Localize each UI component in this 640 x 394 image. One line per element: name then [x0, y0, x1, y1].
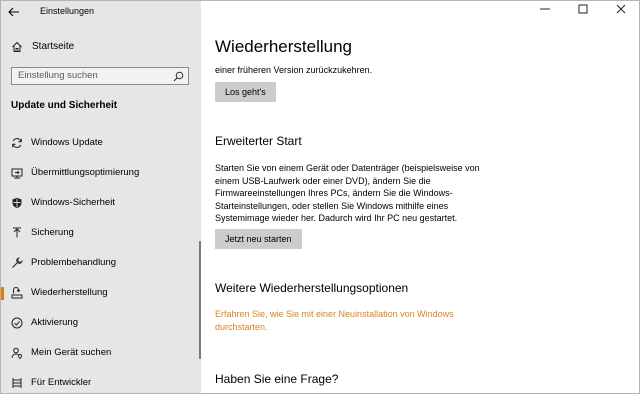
sidebar-item-recovery[interactable]: Wiederherstellung: [1, 282, 199, 304]
recovery-icon: [11, 287, 23, 299]
fresh-start-link[interactable]: Erfahren Sie, wie Sie mit einer Neuinsta…: [215, 308, 465, 333]
person-location-icon: [11, 347, 22, 359]
sidebar-item-windows-security[interactable]: Windows-Sicherheit: [1, 192, 199, 214]
sidebar-item-label: Übermittlungsoptimierung: [31, 167, 140, 178]
sidebar-item-troubleshoot[interactable]: Problembehandlung: [1, 252, 199, 274]
sidebar-item-label: Windows-Sicherheit: [31, 197, 115, 208]
get-started-button[interactable]: Los geht's: [215, 82, 276, 102]
sidebar-item-label: Windows Update: [31, 137, 103, 148]
developer-icon: [12, 378, 22, 388]
sidebar-item-windows-update[interactable]: Windows Update: [1, 132, 199, 154]
close-icon: [616, 4, 626, 14]
sidebar-item-label: Startseite: [32, 41, 75, 52]
wrench-icon: [12, 257, 23, 268]
search-input[interactable]: [18, 70, 168, 81]
advanced-start-heading: Erweiterter Start: [215, 134, 302, 148]
question-heading: Haben Sie eine Frage?: [215, 372, 339, 386]
page-title: Wiederherstellung: [215, 37, 353, 56]
home-icon: [12, 41, 22, 52]
close-button[interactable]: [605, 1, 637, 23]
back-button[interactable]: [5, 4, 23, 20]
more-options-heading: Weitere Wiederherstellungsoptionen: [215, 281, 409, 295]
maximize-button[interactable]: [567, 1, 599, 23]
sidebar-item-label: Sicherung: [31, 227, 74, 238]
sidebar-item-backup[interactable]: Sicherung: [1, 222, 199, 244]
sidebar-item-developers[interactable]: Für Entwickler: [1, 372, 199, 393]
advanced-start-description: Starten Sie von einem Gerät oder Datentr…: [215, 163, 480, 223]
minimize-icon: [540, 8, 550, 10]
sidebar-item-activation[interactable]: Aktivierung: [1, 312, 199, 334]
sidebar-item-find-my-device[interactable]: Mein Gerät suchen: [1, 342, 199, 364]
sidebar-item-label: Aktivierung: [31, 317, 78, 328]
reset-description: einer früheren Version zurückzukehren.: [215, 65, 373, 75]
sidebar: Einstellungen Startseite Update und Sich…: [1, 1, 201, 393]
sidebar-item-delivery-optimization[interactable]: Übermittlungsoptimierung: [1, 162, 199, 184]
restart-now-button[interactable]: Jetzt neu starten: [215, 229, 302, 249]
sidebar-item-label: Problembehandlung: [31, 257, 117, 268]
main-content: Wiederherstellung einer früheren Version…: [201, 1, 639, 393]
check-circle-icon: [11, 317, 23, 329]
section-title: Update und Sicherheit: [11, 100, 118, 111]
search-icon[interactable]: [173, 71, 184, 82]
minimize-button[interactable]: [529, 1, 561, 23]
delivery-icon: [11, 168, 23, 179]
sidebar-item-home[interactable]: Startseite: [1, 38, 201, 58]
settings-window: Einstellungen Startseite Update und Sich…: [0, 0, 640, 394]
search-field[interactable]: [11, 67, 189, 85]
arrow-left-icon: [8, 7, 19, 17]
titlebar-left: Einstellungen: [1, 1, 201, 23]
sidebar-item-label: Wiederherstellung: [31, 287, 108, 298]
shield-icon: [12, 197, 22, 209]
maximize-icon: [578, 4, 588, 14]
sidebar-item-label: Für Entwickler: [31, 377, 92, 388]
sidebar-item-label: Mein Gerät suchen: [31, 347, 112, 358]
window-controls: [529, 1, 639, 23]
app-title: Einstellungen: [40, 6, 95, 16]
backup-icon: [13, 227, 21, 238]
sync-icon: [12, 138, 22, 148]
